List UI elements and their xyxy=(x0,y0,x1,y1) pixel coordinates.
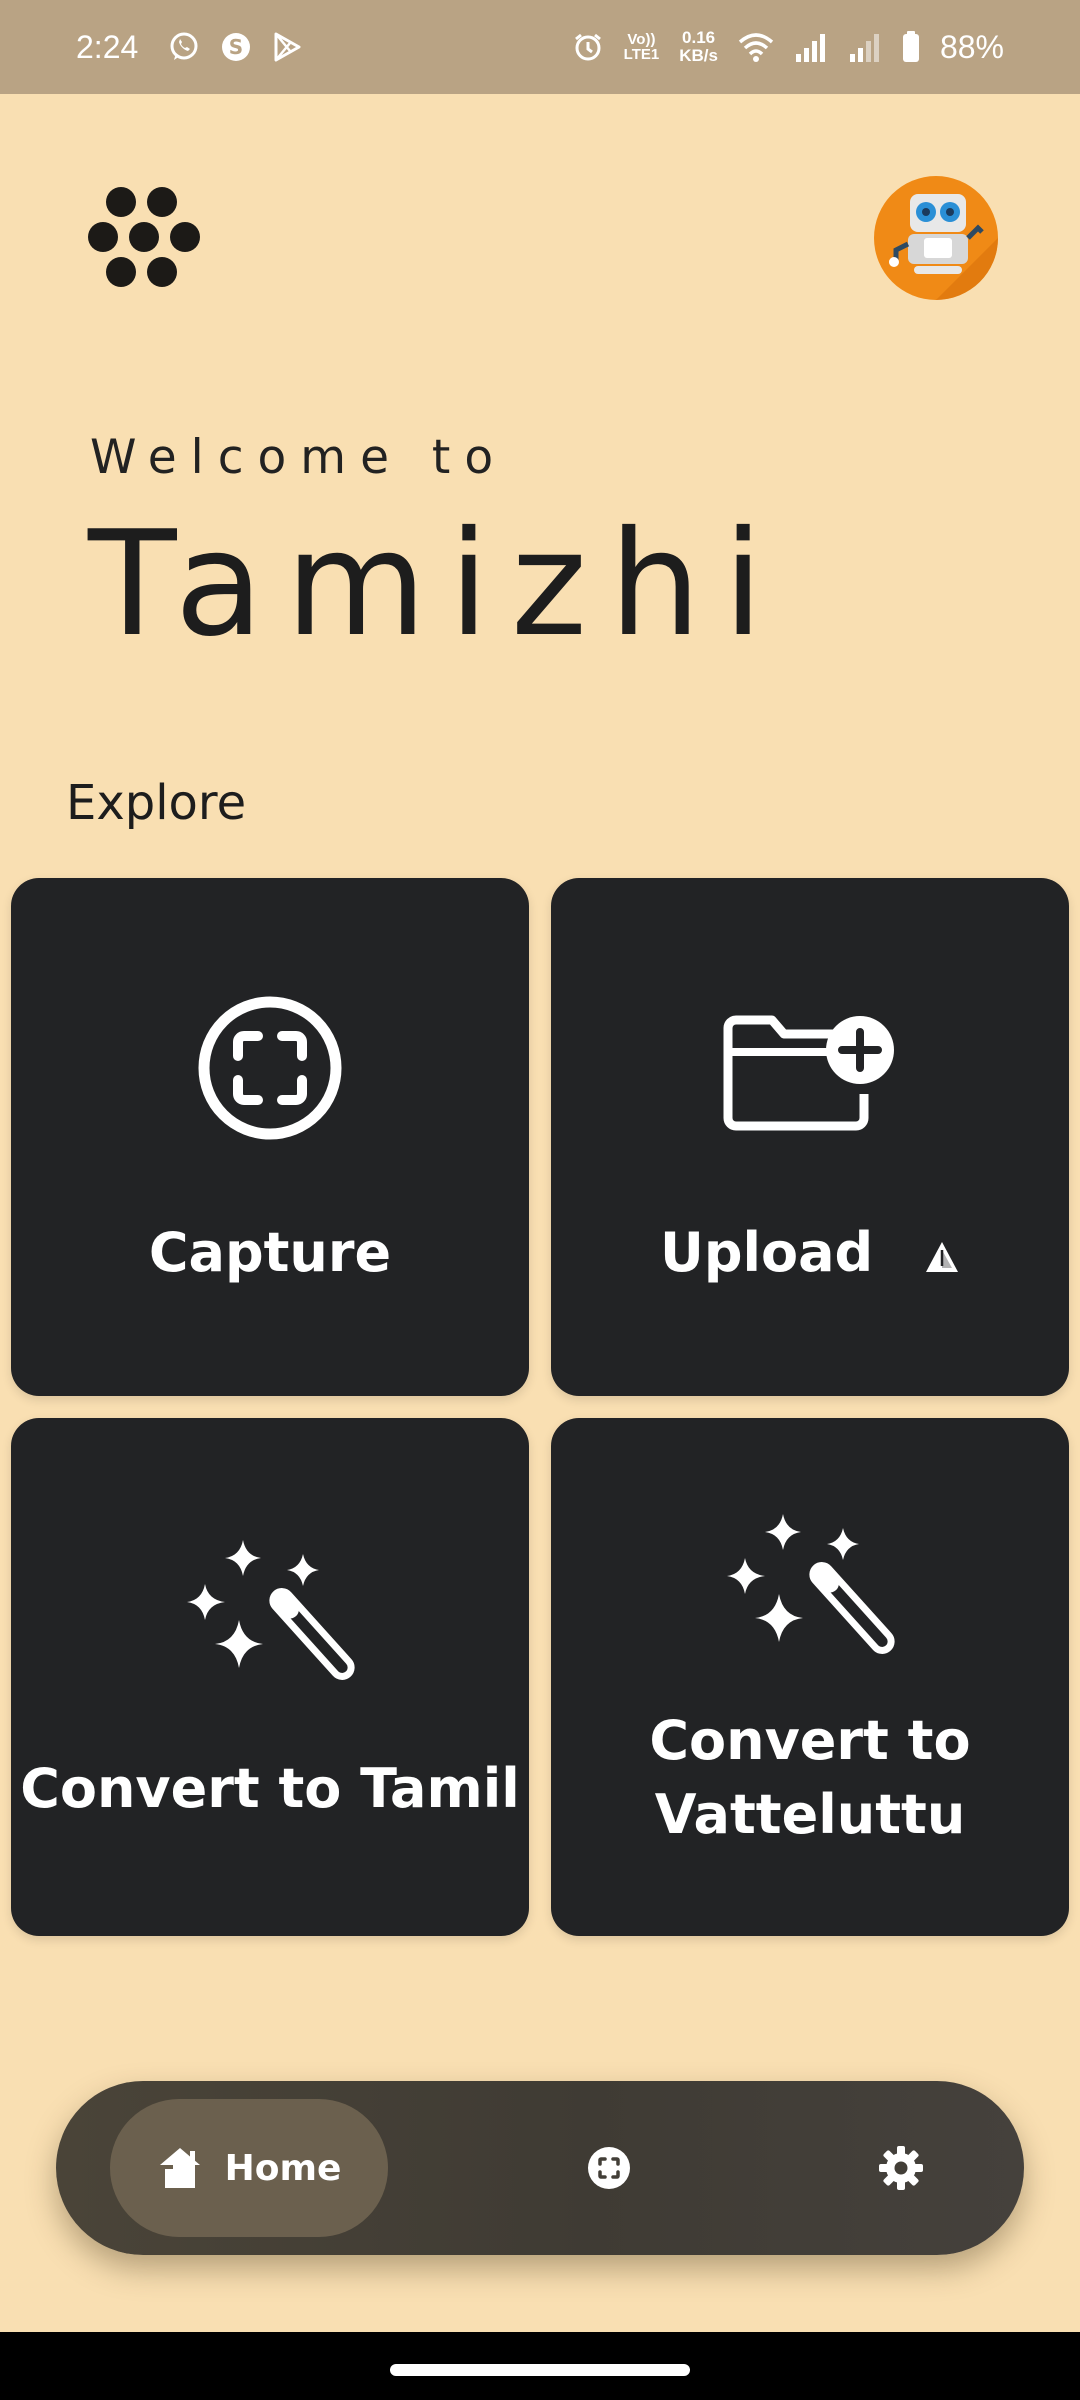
convert-vatteluttu-line2: Vatteluttu xyxy=(654,1783,966,1846)
upload-label: Upload xyxy=(659,1221,874,1284)
volte-indicator: Vo)) LTE1 xyxy=(624,32,660,62)
net-speed-unit: KB/s xyxy=(679,46,718,65)
capture-card[interactable]: Capture xyxy=(11,878,529,1396)
convert-tamil-label: Convert to Tamil xyxy=(20,1757,520,1820)
upload-card[interactable]: Upload xyxy=(551,878,1069,1396)
volte-top: Vo)) xyxy=(627,31,656,48)
nav-scan[interactable] xyxy=(564,2123,654,2213)
magic-wand-icon xyxy=(11,1536,529,1696)
skype-icon: S xyxy=(220,31,252,63)
warning-icon xyxy=(924,1219,960,1293)
capture-icon xyxy=(11,994,529,1142)
convert-tamil-card[interactable]: Convert to Tamil xyxy=(11,1418,529,1936)
settings-icon xyxy=(877,2144,925,2192)
robot-avatar-icon[interactable] xyxy=(874,176,998,300)
welcome-text: Welcome to xyxy=(90,430,508,485)
alarm-icon xyxy=(572,31,604,63)
wifi-icon xyxy=(738,32,774,62)
scan-icon xyxy=(586,2145,632,2191)
home-icon xyxy=(157,2145,203,2191)
nav-home-label: Home xyxy=(224,2147,342,2189)
convert-vatteluttu-label: Convert to Vatteluttu xyxy=(551,1704,1069,1852)
signal-icon xyxy=(794,32,828,62)
svg-text:S: S xyxy=(229,35,243,59)
capture-label: Capture xyxy=(148,1221,392,1284)
folder-add-icon xyxy=(551,1010,1069,1132)
app-title: Tamizhi xyxy=(88,500,786,669)
gesture-home-handle[interactable] xyxy=(390,2364,690,2376)
status-bar: 2:24 S Vo)) LTE1 0.16 KB/s 88% xyxy=(0,0,1080,94)
play-store-icon xyxy=(272,31,302,63)
net-speed-value: 0.16 xyxy=(682,28,716,47)
battery-icon xyxy=(902,31,920,63)
nav-home[interactable]: Home xyxy=(110,2099,388,2237)
net-speed: 0.16 KB/s xyxy=(679,29,718,65)
nav-settings[interactable] xyxy=(856,2123,946,2213)
signal-icon xyxy=(848,32,882,62)
volte-bottom: LTE1 xyxy=(623,46,660,63)
explore-heading: Explore xyxy=(66,775,247,831)
convert-vatteluttu-line1: Convert to xyxy=(649,1709,971,1772)
magic-wand-icon xyxy=(551,1510,1069,1670)
status-time: 2:24 xyxy=(76,28,139,65)
whatsapp-icon xyxy=(168,31,200,63)
battery-percent: 88% xyxy=(939,28,1004,65)
upload-label-row: Upload xyxy=(551,1216,1069,1293)
convert-vatteluttu-card[interactable]: Convert to Vatteluttu xyxy=(551,1418,1069,1936)
dots-logo-icon[interactable] xyxy=(88,186,202,288)
bottom-nav: Home xyxy=(56,2081,1024,2255)
